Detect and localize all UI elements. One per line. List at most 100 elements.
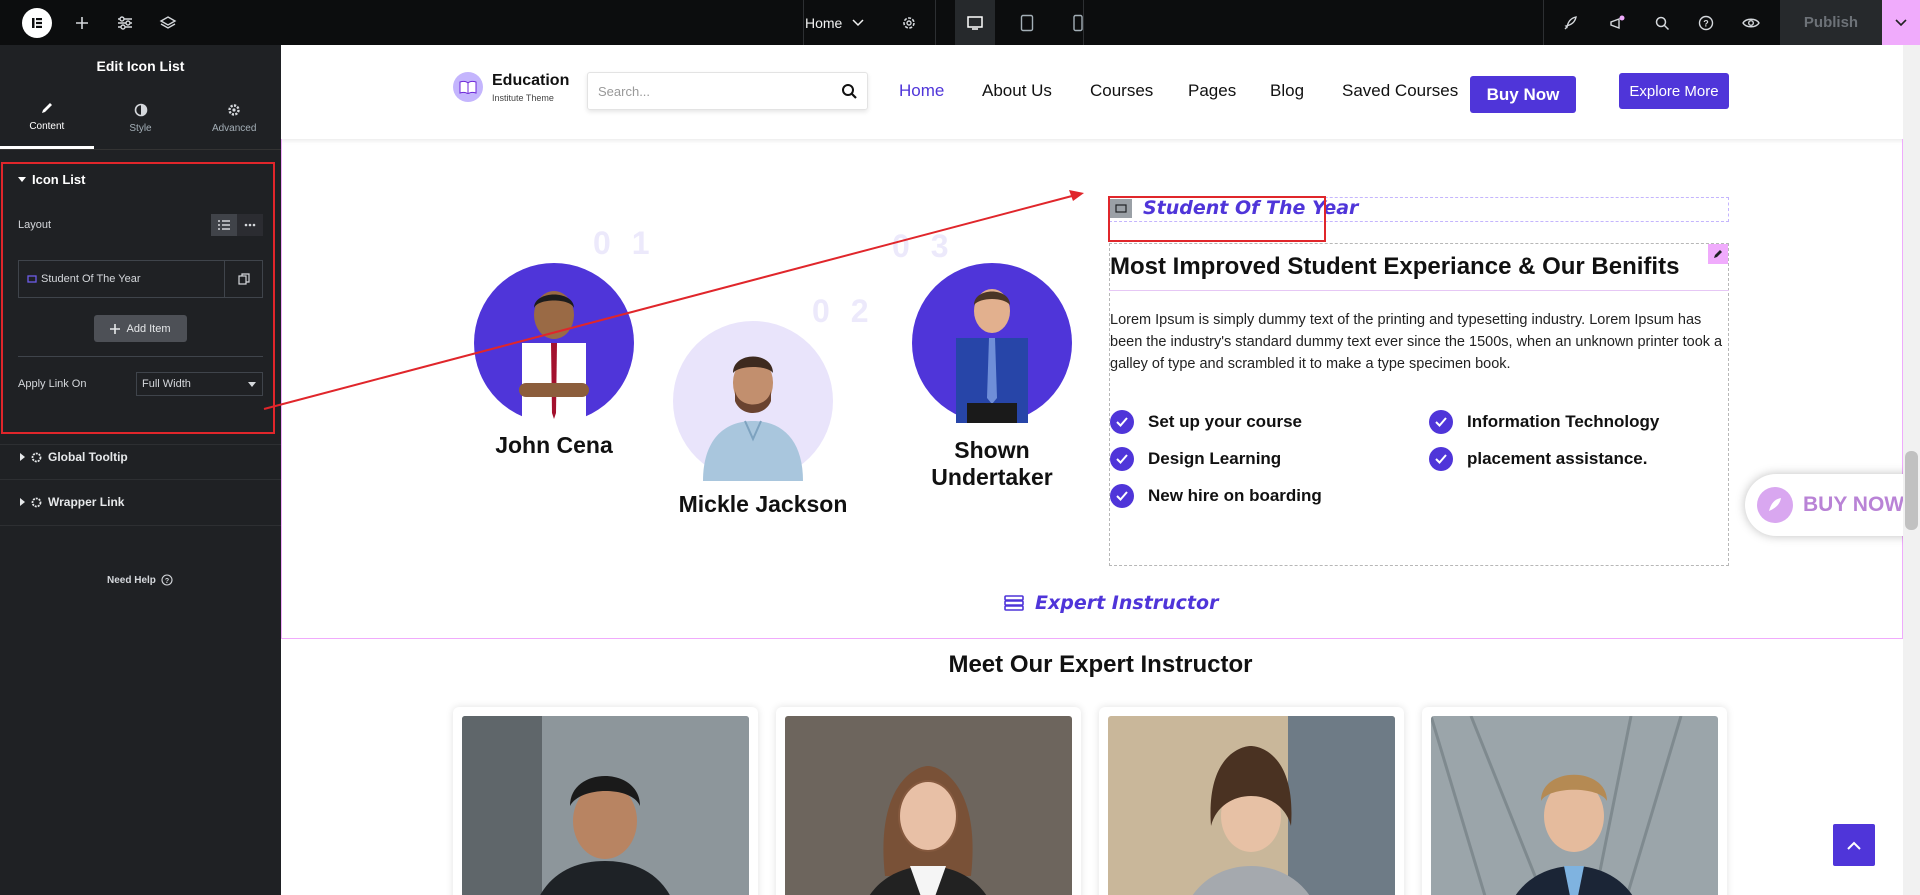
help-question-icon[interactable]: ? [1686, 0, 1726, 45]
back-to-top-button[interactable] [1833, 824, 1875, 866]
brand-name[interactable]: Education [492, 72, 569, 90]
student-photo-john [474, 263, 634, 423]
edit-pencil-icon[interactable] [1708, 244, 1728, 264]
tab-content[interactable]: Content [0, 87, 94, 149]
student-name: Mickle Jackson [678, 491, 848, 517]
layout-list-icon[interactable] [211, 214, 237, 236]
panel-tabs: Content Style Advanced [0, 87, 281, 150]
nav-saved-courses[interactable]: Saved Courses [1342, 81, 1458, 101]
instructor-card[interactable] [1422, 707, 1727, 895]
apply-link-value: Full Width [142, 378, 191, 390]
list-item-label: placement assistance. [1467, 449, 1648, 468]
section-icon-list-toggle[interactable]: Icon List [18, 172, 85, 187]
repeater-item-title[interactable]: Student Of The Year [19, 261, 224, 297]
svg-text:?: ? [165, 578, 169, 585]
site-preview: Education Institute Theme Search... Home… [281, 45, 1920, 895]
brand-book-icon [453, 72, 483, 102]
preview-eye-icon[interactable] [1731, 0, 1771, 45]
tab-style[interactable]: Style [94, 87, 188, 149]
caret-right-icon [20, 498, 25, 506]
nav-pages[interactable]: Pages [1188, 81, 1236, 101]
list-item: placement assistance. [1429, 447, 1647, 471]
nav-courses[interactable]: Courses [1090, 81, 1153, 101]
editor-panel: Edit Icon List Content Style Advanced Ic… [0, 45, 281, 895]
feather-logo-icon [1757, 487, 1793, 523]
expert-instructor-tag: Expert Instructor [1003, 592, 1218, 614]
check-icon [1110, 484, 1134, 508]
instructor-photo [785, 716, 1072, 895]
publish-button[interactable]: Publish [1780, 0, 1882, 45]
site-search-input[interactable]: Search... [587, 72, 868, 110]
student-number: 0 1 [593, 225, 656, 261]
tab-advanced[interactable]: Advanced [187, 87, 281, 149]
page-name: Home [805, 14, 843, 31]
list-item-label: Set up your course [1148, 412, 1302, 431]
tablet-view-icon[interactable] [1007, 0, 1047, 45]
structure-layers-icon[interactable] [148, 0, 188, 45]
student-number: 0 3 [892, 228, 955, 264]
book-stack-icon [1004, 595, 1024, 611]
instructor-card[interactable] [776, 707, 1081, 895]
add-element-icon[interactable] [62, 0, 102, 45]
nav-about-us[interactable]: About Us [982, 81, 1052, 101]
scrollbar-thumb[interactable] [1905, 451, 1918, 530]
section-divider [0, 525, 281, 526]
duplicate-icon[interactable] [224, 261, 262, 297]
nav-home[interactable]: Home [899, 81, 944, 101]
instructor-card[interactable] [1099, 707, 1404, 895]
brand-subtitle: Institute Theme [492, 93, 554, 103]
layout-inline-icon[interactable] [237, 214, 263, 236]
list-item-label: Information Technology [1467, 412, 1660, 431]
instructor-photo [462, 716, 749, 895]
repeater-item[interactable]: Student Of The Year [18, 260, 263, 298]
section-global-tooltip[interactable]: Global Tooltip [20, 450, 128, 464]
need-help-link[interactable]: Need Help ? [107, 574, 173, 586]
tab-content-label: Content [29, 121, 65, 132]
list-item: New hire on boarding [1110, 484, 1322, 508]
explore-more-button[interactable]: Explore More [1619, 73, 1729, 109]
check-icon [1429, 410, 1453, 434]
tab-style-label: Style [129, 122, 152, 134]
preview-scrollbar[interactable] [1903, 45, 1920, 895]
check-icon [1110, 410, 1134, 434]
tab-advanced-label: Advanced [211, 122, 257, 134]
instructor-card[interactable] [453, 707, 758, 895]
floating-buy-now-button[interactable]: BUY NOW [1745, 474, 1920, 536]
page-selector[interactable]: Home [805, 0, 864, 45]
list-item: Design Learning [1110, 447, 1281, 471]
buy-now-button[interactable]: Buy Now [1470, 76, 1576, 113]
page-settings-gear-icon[interactable] [889, 0, 929, 45]
publish-options-chevron-icon[interactable] [1882, 0, 1920, 45]
caret-right-icon [20, 453, 25, 461]
search-icon[interactable] [1642, 0, 1682, 45]
section-divider [0, 479, 281, 480]
chevron-up-icon [1847, 841, 1861, 850]
add-item-label: Add Item [126, 322, 171, 335]
gear-icon [228, 103, 240, 116]
notifications-megaphone-icon[interactable] [1597, 0, 1637, 45]
heading-divider [1109, 290, 1729, 291]
section-divider [0, 444, 281, 445]
list-item: Set up your course [1110, 410, 1302, 434]
pencil-icon [41, 103, 52, 113]
svg-text:?: ? [1703, 18, 1709, 28]
nav-blog[interactable]: Blog [1270, 81, 1304, 101]
rocket-icon[interactable] [1551, 0, 1591, 45]
feature-heading: Most Improved Student Experiance & Our B… [1110, 253, 1680, 280]
list-item: Information Technology [1429, 410, 1659, 434]
check-icon [1429, 447, 1453, 471]
search-icon[interactable] [841, 83, 857, 99]
highlight-box-icon-list-item [1108, 196, 1326, 242]
site-settings-icon[interactable] [105, 0, 145, 45]
add-item-button[interactable]: Add Item [94, 315, 187, 342]
section-wrapper-link[interactable]: Wrapper Link [20, 495, 124, 509]
mobile-view-icon[interactable] [1058, 0, 1098, 45]
apply-link-select[interactable]: Full Width [136, 372, 263, 396]
layout-label: Layout [18, 219, 52, 231]
feature-body-text: Lorem Ipsum is simply dummy text of the … [1110, 312, 1723, 372]
elementor-logo-icon[interactable] [22, 8, 52, 38]
topbar-divider [1543, 0, 1544, 45]
panel-divider [18, 356, 263, 357]
desktop-view-icon[interactable] [955, 0, 995, 45]
topbar-divider [1083, 0, 1084, 45]
